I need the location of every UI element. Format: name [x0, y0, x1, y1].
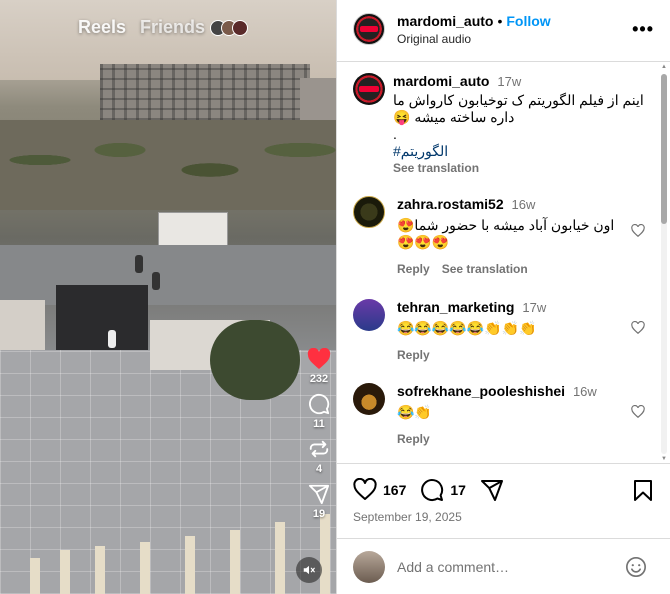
tab-reels[interactable]: Reels	[78, 17, 126, 38]
avatar[interactable]	[353, 73, 385, 105]
save-bookmark-icon[interactable]	[631, 478, 655, 502]
heart-filled-icon[interactable]	[307, 348, 331, 370]
reply-button[interactable]: Reply	[397, 261, 430, 278]
video-person	[135, 255, 143, 273]
comment-meta: Reply See translation	[397, 261, 627, 278]
comment-text-2: 😍😍😍	[397, 234, 450, 250]
heart-outline-icon[interactable]	[631, 405, 645, 419]
video-road	[0, 245, 336, 305]
post-date[interactable]: September 19, 2025	[353, 510, 462, 524]
comment-username[interactable]: tehran_marketing	[397, 299, 514, 315]
avatar[interactable]	[353, 196, 385, 228]
avatar[interactable]	[353, 383, 385, 415]
comment-body: tehran_marketing 17w 😂😂😂😂😂👏👏👏 Reply	[397, 299, 627, 364]
comment-icon[interactable]	[420, 478, 444, 502]
likes-count: 232	[309, 373, 329, 385]
see-translation-link[interactable]: See translation	[442, 261, 528, 278]
reply-button[interactable]: Reply	[397, 431, 430, 448]
share-icon[interactable]	[480, 478, 504, 502]
like-icon[interactable]	[353, 478, 377, 502]
original-audio-link[interactable]: Original audio	[397, 32, 471, 46]
video-railing	[0, 460, 336, 594]
reels-header: Reels Friends	[78, 17, 249, 38]
post-actions: 167 17 September 19, 2025	[337, 463, 670, 538]
video-person	[152, 272, 160, 290]
see-translation-link[interactable]: See translation	[393, 160, 655, 177]
video-gate	[56, 285, 148, 360]
shares-count: 19	[312, 508, 326, 520]
comments-scrollbar[interactable]: ▲ ▼	[660, 64, 668, 462]
scrollbar-thumb[interactable]	[661, 74, 667, 224]
add-comment-bar	[337, 538, 670, 594]
avatar	[353, 551, 385, 583]
comment-body: sofrekhane_pooleshishei 16w 😂👏 Reply	[397, 383, 627, 448]
post-panel: mardomi_auto • Follow Original audio •••…	[336, 0, 670, 594]
comment-text: 😂👏	[397, 404, 432, 420]
mute-icon	[303, 565, 315, 575]
scroll-down-icon[interactable]: ▼	[660, 456, 668, 462]
author-username[interactable]: mardomi_auto	[397, 13, 493, 29]
like-action[interactable]: 232	[307, 348, 331, 385]
avatar[interactable]	[353, 13, 385, 45]
reel-video[interactable]: Reels Friends 232 11 4 19	[0, 0, 336, 594]
comment-username[interactable]: sofrekhane_pooleshishei	[397, 383, 565, 399]
avatar	[232, 19, 249, 36]
comment-icon[interactable]	[308, 393, 330, 415]
comments-count: 11	[313, 418, 325, 430]
post-author: mardomi_auto • Follow	[397, 13, 551, 29]
repost-icon[interactable]	[308, 438, 330, 460]
share-action[interactable]: 19	[308, 483, 330, 520]
share-icon[interactable]	[308, 483, 330, 505]
scroll-up-icon[interactable]: ▲	[660, 64, 668, 70]
video-trees	[0, 120, 336, 210]
post-header: mardomi_auto • Follow Original audio •••	[337, 0, 670, 62]
caption-body: mardomi_auto 17w اینم از فیلم الگوریتم ک…	[393, 73, 655, 177]
friends-avatars[interactable]	[210, 19, 249, 36]
comment-username[interactable]: zahra.rostami52	[397, 196, 504, 212]
comment-input[interactable]	[397, 551, 617, 583]
caption-text-2: داره ساخته میشه 😝	[393, 109, 515, 125]
reposts-count: 4	[315, 463, 323, 475]
caption-hashtag[interactable]: #الگوریتم	[393, 143, 655, 160]
avatar[interactable]	[353, 299, 385, 331]
likes-count[interactable]: 167	[383, 482, 406, 498]
heart-outline-icon[interactable]	[631, 224, 645, 238]
reply-button[interactable]: Reply	[397, 347, 430, 364]
action-row: 167 17	[353, 478, 504, 502]
caption-text: اینم از فیلم الگوریتم ک توخیابون کارواش …	[393, 92, 644, 108]
comment-time[interactable]: 16w	[573, 384, 597, 399]
comment-count: 17	[450, 482, 466, 498]
caption-dot: .	[393, 126, 397, 142]
caption-time[interactable]: 17w	[497, 74, 521, 89]
separator-dot: •	[497, 13, 503, 29]
comment-meta: Reply	[397, 347, 627, 364]
repost-action[interactable]: 4	[308, 438, 330, 475]
follow-button[interactable]: Follow	[506, 13, 550, 29]
video-plant	[210, 320, 300, 400]
comment-action[interactable]: 11	[308, 393, 330, 430]
tab-friends[interactable]: Friends	[140, 17, 205, 38]
caption-username[interactable]: mardomi_auto	[393, 73, 489, 89]
comment-body: zahra.rostami52 16w اون خیابون آباد میشه…	[397, 196, 627, 278]
reel-actions: 232 11 4 19	[300, 348, 336, 528]
heart-outline-icon[interactable]	[631, 321, 645, 335]
comments-list: mardomi_auto 17w اینم از فیلم الگوریتم ک…	[337, 63, 659, 463]
more-options-icon[interactable]: •••	[632, 20, 654, 38]
emoji-icon[interactable]	[625, 556, 647, 578]
comment-time[interactable]: 16w	[512, 197, 536, 212]
comment-meta: Reply	[397, 431, 627, 448]
comment-text: 😂😂😂😂😂👏👏👏	[397, 320, 537, 336]
comment-time[interactable]: 17w	[522, 300, 546, 315]
video-person	[108, 330, 116, 348]
mute-button[interactable]	[296, 557, 322, 583]
reel-viewer: Reels Friends 232 11 4 19 mardomi_auto •…	[0, 0, 670, 594]
comment-text: اون خیابون آباد میشه با حضور شما😍	[397, 217, 615, 233]
